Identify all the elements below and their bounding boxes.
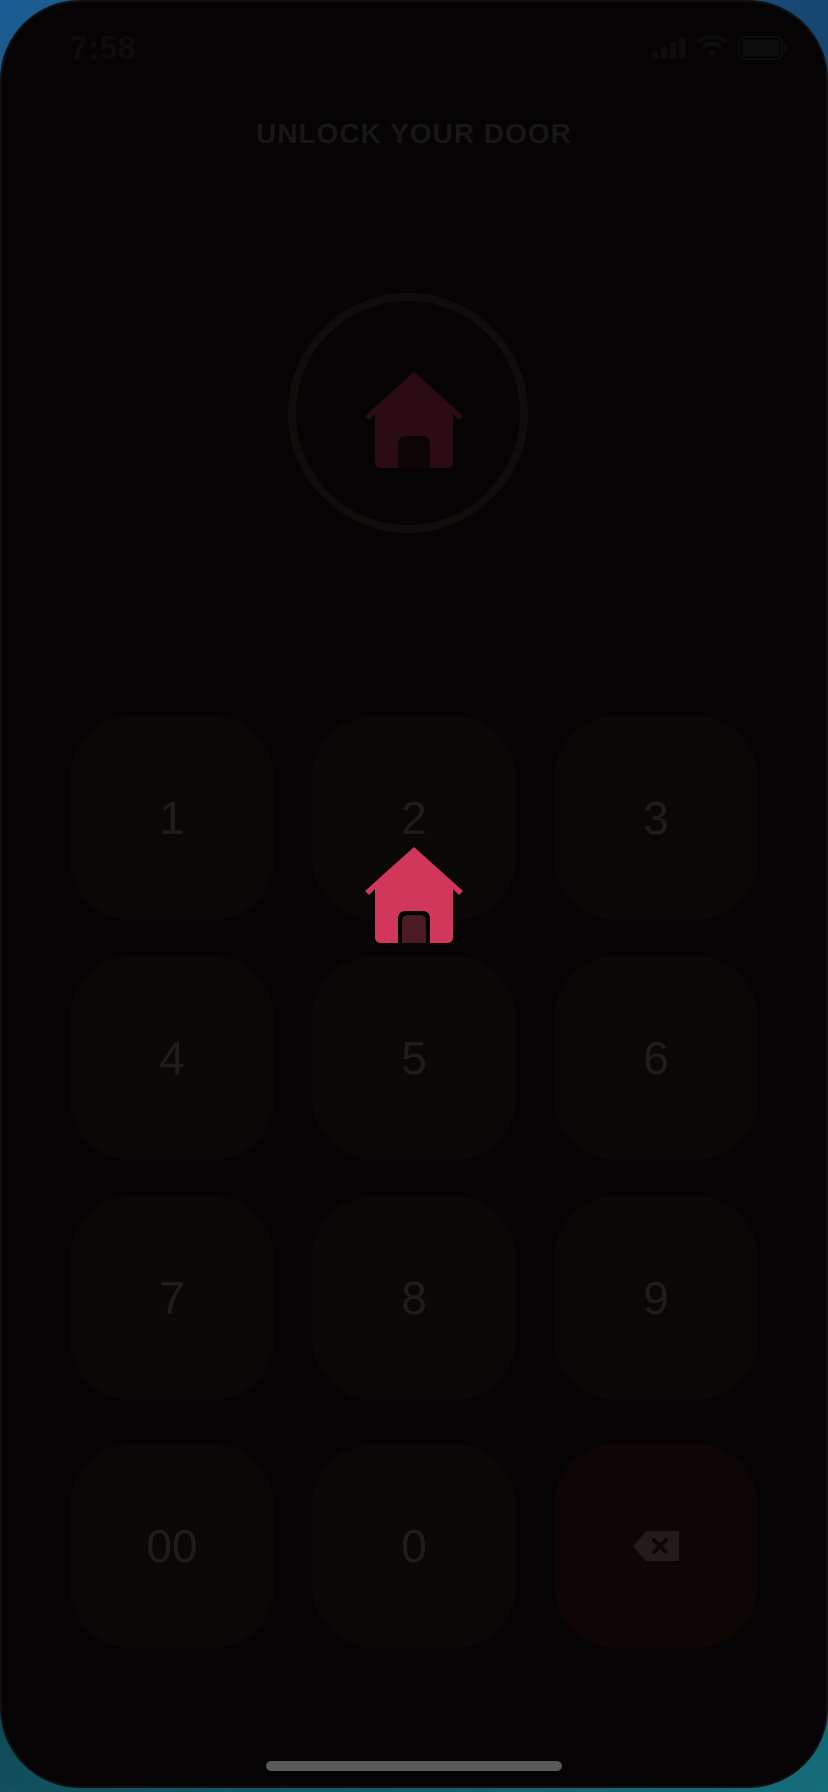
key-label: 8 bbox=[401, 1272, 427, 1324]
key-label: 6 bbox=[643, 1032, 669, 1084]
key-3[interactable]: 3 bbox=[554, 716, 758, 920]
key-1[interactable]: 1 bbox=[70, 716, 274, 920]
key-6[interactable]: 6 bbox=[554, 956, 758, 1160]
key-label: 4 bbox=[159, 1032, 185, 1084]
wifi-icon bbox=[696, 36, 728, 58]
key-label: 5 bbox=[401, 1032, 427, 1084]
backspace-button[interactable] bbox=[554, 1444, 758, 1648]
page-title: UNLOCK YOUR DOOR bbox=[256, 118, 572, 149]
home-icon bbox=[365, 372, 463, 468]
battery-icon bbox=[738, 36, 787, 60]
home-indicator[interactable] bbox=[266, 1761, 562, 1771]
key-label: 2 bbox=[401, 792, 427, 844]
key-4[interactable]: 4 bbox=[70, 956, 274, 1160]
signal-icon bbox=[652, 37, 685, 59]
status-bar: 7:58 bbox=[0, 0, 828, 110]
key-00[interactable]: 00 bbox=[70, 1444, 274, 1648]
key-7[interactable]: 7 bbox=[70, 1196, 274, 1400]
status-time: 7:58 bbox=[70, 30, 137, 66]
key-label: 1 bbox=[159, 792, 185, 844]
key-9[interactable]: 9 bbox=[554, 1196, 758, 1400]
status-icons bbox=[652, 36, 788, 60]
key-label: 7 bbox=[159, 1272, 185, 1324]
key-0[interactable]: 0 bbox=[312, 1444, 516, 1648]
key-5[interactable]: 5 bbox=[312, 956, 516, 1160]
backspace-icon bbox=[633, 1531, 679, 1561]
key-label: 9 bbox=[643, 1272, 669, 1324]
key-label: 3 bbox=[643, 792, 669, 844]
key-label: 0 bbox=[401, 1520, 427, 1572]
home-icon bbox=[365, 847, 463, 943]
key-label: 00 bbox=[146, 1520, 198, 1572]
key-8[interactable]: 8 bbox=[312, 1196, 516, 1400]
app-screen: 7:58 UNLOCK YOUR DOOR 1 2 3 4 5 6 7 8 9 … bbox=[0, 0, 828, 1788]
